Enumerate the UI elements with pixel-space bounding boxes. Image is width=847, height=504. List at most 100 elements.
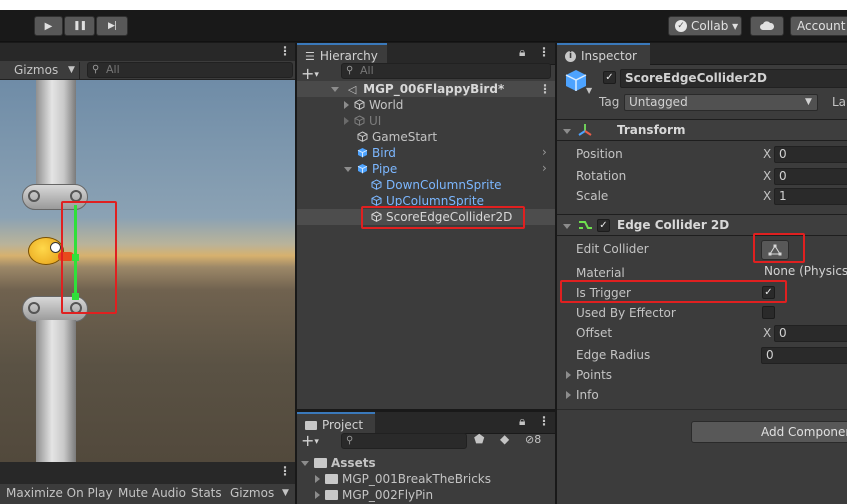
- project-item-assets[interactable]: Assets: [301, 455, 376, 471]
- active-checkbox[interactable]: ✓: [603, 71, 616, 84]
- scene-tab-bar: ⋮: [0, 43, 295, 61]
- assets-label: Assets: [331, 456, 376, 470]
- used-by-effector-checkbox[interactable]: [762, 306, 775, 319]
- tag-dropdown[interactable]: Untagged ▼: [624, 94, 818, 111]
- project-item-folder[interactable]: MGP_002FlyPin: [315, 487, 433, 503]
- rotation-x-field[interactable]: 0: [774, 168, 847, 185]
- points-foldout[interactable]: Points: [566, 368, 612, 382]
- gameobject-icon: [357, 131, 368, 142]
- expand-arrow-icon: [331, 87, 339, 92]
- gizmos-dropdown[interactable]: Gizmos ▼: [0, 62, 80, 79]
- create-asset-button[interactable]: +▾: [301, 431, 319, 450]
- hierarchy-item-downcolumnsprite[interactable]: DownColumnSprite: [371, 177, 502, 193]
- play-button[interactable]: ▶: [34, 16, 63, 36]
- pause-button[interactable]: ❚❚: [64, 16, 95, 36]
- scene-search-input[interactable]: ⚲ All: [87, 62, 293, 78]
- scene-menu-icon[interactable]: ⋮: [279, 44, 291, 58]
- hierarchy-item-bird[interactable]: Bird: [357, 145, 396, 161]
- gameobject-icon: [371, 179, 382, 190]
- collider-highlight-box: [61, 201, 117, 314]
- expand-arrow-icon: [566, 371, 571, 379]
- game-menu-icon[interactable]: ⋮: [279, 464, 291, 478]
- lock-icon[interactable]: 🔒︎: [519, 45, 525, 60]
- chevron-down-icon[interactable]: ▼: [586, 86, 592, 95]
- inspector-tab-bar: i Inspector: [557, 43, 847, 65]
- rotation-label: Rotation: [576, 169, 627, 183]
- hierarchy-search-input[interactable]: ⚲ All: [341, 63, 551, 79]
- scene-controls-bar: Gizmos ▼ ⚲ All: [0, 61, 295, 80]
- hierarchy-item-pipe[interactable]: Pipe: [344, 161, 397, 177]
- add-component-button[interactable]: Add Componen: [691, 421, 847, 443]
- step-button[interactable]: ▶|: [96, 16, 128, 36]
- account-button[interactable]: Account: [790, 16, 847, 36]
- tag-value: Untagged: [629, 95, 688, 109]
- gameobject-icon: [354, 99, 365, 110]
- scene-row-menu-icon[interactable]: ⋮: [539, 81, 551, 97]
- stats-toggle[interactable]: Stats: [191, 484, 222, 502]
- info-foldout[interactable]: Info: [566, 388, 599, 402]
- tab-hierarchy[interactable]: ☰ Hierarchy: [297, 43, 387, 65]
- scale-x-field[interactable]: 1: [774, 188, 847, 205]
- position-label: Position: [576, 147, 623, 161]
- position-x-axis-label: X: [763, 147, 772, 161]
- tab-inspector[interactable]: i Inspector: [557, 43, 650, 65]
- add-component-label: Add Componen: [761, 425, 847, 439]
- inspector-tab-label: Inspector: [581, 49, 637, 63]
- edit-collider-highlight-box: [753, 233, 805, 263]
- maximize-on-play-toggle[interactable]: Maximize On Play: [6, 484, 113, 502]
- scene-viewport[interactable]: [0, 80, 295, 462]
- project-item-folder[interactable]: MGP_001BreakTheBricks: [315, 471, 491, 487]
- search-icon: ⚲: [346, 435, 354, 446]
- hidden-packages-icon[interactable]: ⊘8: [525, 433, 541, 446]
- collider-enabled-checkbox[interactable]: ✓: [597, 219, 610, 232]
- collab-label: Collab ▾: [691, 19, 739, 33]
- hierarchy-tab-bar: ☰ Hierarchy 🔒︎ ⋮: [297, 43, 555, 65]
- object-name-field[interactable]: ScoreEdgeCollider2D: [620, 69, 847, 88]
- chevron-down-icon: ▼: [805, 97, 812, 107]
- game-gizmos-toggle[interactable]: Gizmos: [230, 484, 274, 502]
- material-field[interactable]: None (Physics: [761, 264, 847, 281]
- hierarchy-item-ui[interactable]: UI: [344, 113, 381, 129]
- chevron-down-icon: ▾: [314, 437, 319, 447]
- hierarchy-menu-icon[interactable]: ⋮: [538, 45, 550, 59]
- collab-button[interactable]: ✓ Collab ▾: [668, 16, 742, 36]
- object-name: ScoreEdgeCollider2D: [625, 71, 767, 85]
- hierarchy-item-world[interactable]: World: [344, 97, 403, 113]
- cloud-icon: [760, 21, 775, 30]
- project-search-input[interactable]: ⚲: [341, 433, 467, 449]
- offset-x-axis-label: X: [763, 326, 772, 340]
- edge-radius-field[interactable]: 0: [761, 347, 847, 364]
- transform-header[interactable]: Transform: [557, 119, 847, 141]
- scroll-ornament-icon: [28, 190, 40, 202]
- scale-label: Scale: [576, 189, 609, 203]
- info-label: Info: [576, 388, 599, 402]
- filter-by-type-icon[interactable]: ⬟: [474, 432, 484, 446]
- account-label: Account: [797, 19, 846, 33]
- transform-title: Transform: [617, 123, 686, 137]
- scene-row[interactable]: ◁ MGP_006FlappyBird* ⋮: [297, 81, 555, 97]
- offset-x-field[interactable]: 0: [774, 325, 847, 342]
- chevron-right-icon[interactable]: ›: [542, 145, 547, 159]
- filter-by-label-icon[interactable]: ◆: [500, 432, 509, 446]
- expand-arrow-icon: [344, 167, 352, 172]
- prefab-icon: [357, 164, 368, 174]
- collapse-arrow-icon: [563, 224, 571, 229]
- mute-audio-toggle[interactable]: Mute Audio: [118, 484, 186, 502]
- step-icon: ▶|: [108, 21, 117, 31]
- lock-icon[interactable]: 🔒︎: [519, 414, 525, 429]
- check-circle-icon: ✓: [675, 20, 687, 32]
- folder-icon: [305, 420, 317, 430]
- position-x-field[interactable]: 0: [774, 146, 847, 163]
- cloud-button[interactable]: [750, 16, 784, 36]
- hierarchy-item-gamestart[interactable]: GameStart: [357, 129, 437, 145]
- hierarchy-highlight-box: [361, 206, 525, 229]
- chevron-down-icon[interactable]: ▼: [282, 484, 289, 502]
- scale-x-value: 1: [779, 189, 787, 203]
- upper-column: [36, 80, 76, 192]
- expand-arrow-icon: [566, 391, 571, 399]
- chevron-right-icon[interactable]: ›: [542, 161, 547, 175]
- folder-icon: [325, 490, 338, 500]
- edge-collider-icon: [579, 221, 592, 229]
- world-label: World: [369, 98, 404, 112]
- project-menu-icon[interactable]: ⋮: [538, 414, 550, 428]
